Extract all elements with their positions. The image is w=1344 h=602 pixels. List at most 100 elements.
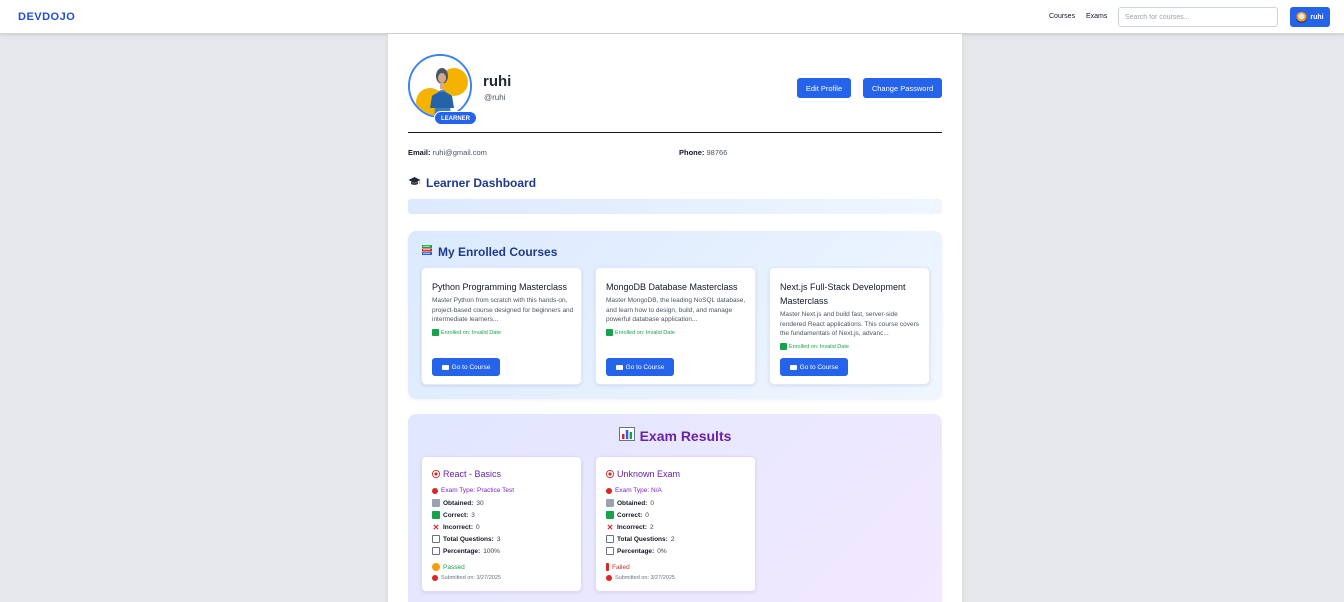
percentage-row: Percentage: 0% (606, 547, 667, 555)
search-input[interactable] (1118, 7, 1278, 27)
percentage-label: Percentage: (443, 547, 481, 555)
incorrect-label: Incorrect: (443, 524, 473, 531)
enrolled-date-text: Enrolled on: Invalid Date (441, 329, 501, 336)
incorrect-row: ✕ Incorrect: 2 (606, 523, 654, 532)
check-icon (606, 511, 614, 519)
exam-type: Exam Type: N/A (606, 487, 662, 494)
exam-results-heading: Exam Results (408, 427, 942, 444)
exam-title: Unknown Exam (606, 469, 680, 479)
correct-label: Correct: (443, 511, 469, 519)
role-badge: LEARNER (434, 111, 478, 125)
book-icon (615, 364, 623, 370)
course-card: Next.js Full-Stack Development Mastercla… (769, 267, 930, 385)
obtained-value: 0 (650, 499, 654, 507)
go-to-course-button[interactable]: Go to Course (432, 358, 500, 376)
submitted-date: Submitted on: 3/27/2025 (432, 575, 501, 581)
exam-type-text: Exam Type: Practice Test (441, 487, 515, 494)
course-title[interactable]: Python Programming Masterclass (432, 280, 577, 294)
email-label: Email: (408, 148, 431, 157)
course-title[interactable]: Next.js Full-Stack Development Mastercla… (780, 280, 925, 308)
exam-status: Passed (432, 563, 465, 571)
exam-status-text: Failed (612, 563, 630, 571)
dashboard-heading: Learner Dashboard (408, 176, 536, 190)
phone-label: Phone: (679, 148, 705, 157)
total-questions-label: Total Questions: (443, 535, 494, 543)
change-password-button[interactable]: Change Password (863, 78, 942, 98)
go-to-course-button[interactable]: Go to Course (606, 358, 674, 376)
exam-status: Failed (606, 563, 630, 571)
correct-value: 3 (471, 511, 475, 519)
obtained-row: Obtained: 30 (432, 499, 484, 507)
navbar: DEVDOJO Courses Exams ruhi (0, 0, 1344, 34)
obtained-label: Obtained: (443, 499, 474, 507)
obtained-value: 30 (476, 499, 484, 507)
clock-icon (606, 575, 612, 581)
profile-avatar (408, 54, 472, 118)
course-title[interactable]: MongoDB Database Masterclass (606, 280, 751, 294)
profile-handle: @ruhi (484, 93, 506, 102)
brand-logo[interactable]: DEVDOJO (18, 11, 75, 23)
email-info: Email: ruhi@gmail.com (408, 148, 487, 157)
percentage-row: Percentage: 100% (432, 547, 500, 555)
clipboard-icon (432, 499, 440, 507)
check-icon (606, 329, 613, 336)
exam-results-section: Exam Results React - Basics Exam Type: P… (408, 414, 942, 602)
nav-link-courses[interactable]: Courses (1049, 13, 1075, 20)
obtained-label: Obtained: (617, 499, 648, 507)
total-questions-label: Total Questions: (617, 535, 668, 543)
enrolled-courses-title: My Enrolled Courses (438, 244, 558, 259)
exam-card: Unknown Exam Exam Type: N/A Obtained: 0 … (595, 456, 756, 592)
user-menu-button[interactable]: ruhi (1290, 7, 1330, 27)
exam-results-title: Exam Results (639, 427, 732, 444)
cross-icon: ✕ (432, 523, 440, 532)
phone-value: 98766 (706, 148, 728, 157)
book-icon (789, 364, 797, 370)
total-questions-row: Total Questions: 2 (606, 535, 674, 543)
edit-profile-button[interactable]: Edit Profile (797, 78, 851, 98)
incorrect-row: ✕ Incorrect: 0 (432, 523, 480, 532)
pin-icon (432, 487, 438, 494)
divider (408, 132, 942, 133)
enrolled-date-text: Enrolled on: Invalid Date (789, 343, 849, 350)
cross-icon: ✕ (606, 523, 614, 532)
total-questions-row: Total Questions: 3 (432, 535, 500, 543)
percentage-label: Percentage: (617, 547, 655, 555)
correct-value: 0 (645, 511, 649, 519)
chart-icon (432, 547, 440, 555)
total-questions-value: 3 (496, 535, 501, 543)
bar-chart-icon (618, 427, 635, 444)
correct-row: Correct: 0 (606, 511, 649, 519)
profile-card: LEARNER ruhi @ruhi Edit Profile Change P… (388, 34, 962, 602)
go-to-course-button[interactable]: Go to Course (780, 358, 848, 376)
check-icon (780, 343, 787, 350)
correct-label: Correct: (617, 511, 643, 519)
pin-icon (606, 487, 612, 494)
chart-icon (606, 547, 614, 555)
percentage-value: 100% (483, 547, 500, 555)
enrolled-date: Enrolled on: Invalid Date (432, 329, 501, 336)
course-card: MongoDB Database Masterclass Master Mong… (595, 267, 756, 385)
exam-title: React - Basics (432, 469, 501, 479)
avatar (1296, 11, 1308, 23)
exam-type-text: Exam Type: N/A (615, 487, 662, 494)
incorrect-label: Incorrect: (617, 524, 647, 531)
go-to-course-label: Go to Course (625, 363, 665, 371)
percentage-value: 0% (657, 547, 667, 555)
enrolled-date: Enrolled on: Invalid Date (780, 343, 849, 350)
check-icon (432, 329, 439, 336)
books-icon (421, 244, 433, 259)
go-to-course-label: Go to Course (451, 363, 491, 371)
incorrect-value: 2 (649, 524, 654, 531)
target-icon (606, 470, 614, 478)
profile-name: ruhi (483, 73, 512, 90)
nav-link-exams[interactable]: Exams (1086, 13, 1107, 20)
enrolled-courses-section: My Enrolled Courses Python Programming M… (408, 231, 942, 399)
enrolled-date: Enrolled on: Invalid Date (606, 329, 675, 336)
dashboard-bar (408, 199, 942, 214)
submitted-date: Submitted on: 3/27/2025 (606, 575, 675, 581)
exam-card: React - Basics Exam Type: Practice Test … (421, 456, 582, 592)
document-icon (432, 535, 440, 543)
go-to-course-label: Go to Course (799, 363, 839, 371)
dashboard-title: Learner Dashboard (426, 176, 537, 190)
exam-title-text: Unknown Exam (617, 469, 681, 479)
